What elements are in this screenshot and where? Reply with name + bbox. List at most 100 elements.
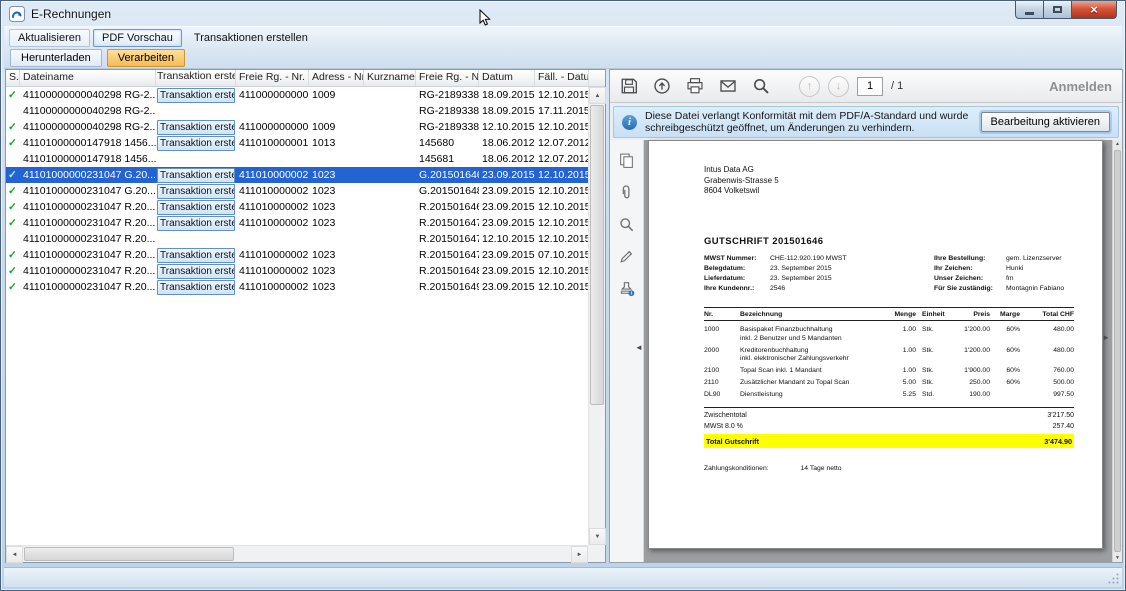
next-page-icon[interactable]: ↓ xyxy=(828,76,849,97)
item-cell: Topal Scan inkl. 1 Mandant xyxy=(740,367,890,376)
pdf-scrollbar[interactable]: ▲ ▼ xyxy=(1112,140,1122,562)
vertical-scroll-thumb[interactable] xyxy=(590,105,604,405)
items-col-header: Preis xyxy=(946,311,990,318)
table-row[interactable]: ✓41101000000231047 R.20...Transaktion er… xyxy=(6,199,588,215)
document-area: Intus Data AG Grabenwis-Strasse 5 8604 V… xyxy=(644,140,1112,562)
table-row[interactable]: ✓41100000000040298 RG-2...Transaktion er… xyxy=(6,119,588,135)
herunterladen-button[interactable]: Herunterladen xyxy=(10,49,102,67)
transaktion-erstellen-button[interactable]: Transaktion erstel... xyxy=(157,88,235,103)
cell-dateiname: 41101000000147918 1456... xyxy=(20,135,156,151)
signature-icon[interactable] xyxy=(618,248,635,265)
column-header[interactable]: Datum xyxy=(479,70,535,86)
scroll-right-icon[interactable]: ► xyxy=(571,546,588,563)
meta-label: Ihre Bestellung: xyxy=(934,254,1006,264)
table-row[interactable]: 41101000000147918 1456...14568118.06.201… xyxy=(6,151,588,167)
tab-aktualisieren[interactable]: Aktualisieren xyxy=(9,29,90,47)
previous-page-icon[interactable]: ↑ xyxy=(799,76,820,97)
column-header[interactable]: S... xyxy=(6,70,20,86)
tab-transaktionen-erstellen[interactable]: Transaktionen erstellen xyxy=(185,29,317,47)
table-row[interactable]: ✓41101000000231047 G.20...Transaktion er… xyxy=(6,167,588,183)
meta-row: Ihre Bestellung:gem. Lizenzserver xyxy=(934,254,1064,264)
table-row[interactable]: ✓41101000000231047 R.20...Transaktion er… xyxy=(6,279,588,295)
column-header[interactable]: Freie Rg. - Nr. xyxy=(416,70,479,86)
table-row[interactable]: 41101000000231047 R.20...R.20150164712.1… xyxy=(6,231,588,247)
find-icon[interactable] xyxy=(618,216,635,233)
table-row[interactable]: ✓41101000000231047 R.20...Transaktion er… xyxy=(6,247,588,263)
item-cell: 2110 xyxy=(704,379,740,388)
attachments-icon[interactable] xyxy=(618,184,635,201)
scroll-left-icon[interactable]: ◄ xyxy=(6,546,23,563)
item-cell: Stk. xyxy=(916,326,946,343)
pdf-scroll-up-icon[interactable]: ▲ xyxy=(1113,141,1122,147)
share-upload-icon[interactable] xyxy=(653,77,671,95)
stamp-info-icon[interactable]: i xyxy=(618,280,635,297)
column-header[interactable]: Adress - Nr. xyxy=(309,70,364,86)
verarbeiten-button[interactable]: Verarbeiten xyxy=(107,49,185,67)
transaktion-erstellen-button[interactable]: Transaktion erstel... xyxy=(157,168,235,183)
page-number-input[interactable] xyxy=(857,77,883,96)
pdf-scroll-thumb[interactable] xyxy=(1114,150,1121,552)
sender-line: 8604 Volketswil xyxy=(704,186,779,197)
document-title: GUTSCHRIFT 201501646 xyxy=(704,236,823,247)
search-icon[interactable] xyxy=(752,77,770,95)
transaktion-erstellen-button[interactable]: Transaktion erstel... xyxy=(157,248,235,263)
transaktion-erstellen-button[interactable]: Transaktion erstel... xyxy=(157,216,235,231)
transaktion-erstellen-button[interactable]: Transaktion erstel... xyxy=(157,200,235,215)
table-row[interactable]: ✓41100000000040298 RG-2...Transaktion er… xyxy=(6,87,588,103)
print-icon[interactable] xyxy=(686,77,704,95)
pdf-scroll-down-icon[interactable]: ▼ xyxy=(1113,555,1122,561)
vertical-scrollbar[interactable]: ▲ ▼ xyxy=(588,87,605,545)
column-header[interactable]: Fäll. - Datum xyxy=(535,70,589,86)
scroll-up-icon[interactable]: ▲ xyxy=(589,87,606,104)
table-row[interactable]: ✓41101000000231047 R.20...Transaktion er… xyxy=(6,215,588,231)
transaktion-erstellen-button[interactable]: Transaktion erstel... xyxy=(157,184,235,199)
items-col-header: Total CHF xyxy=(1020,311,1074,318)
column-header[interactable]: Kurzname xyxy=(364,70,416,86)
transaktion-erstellen-button[interactable]: Transaktion erstel... xyxy=(157,120,235,135)
cell-dateiname: 41101000000231047 R.20... xyxy=(20,247,156,263)
sender-address: Intus Data AG Grabenwis-Strasse 5 8604 V… xyxy=(704,165,779,197)
table-row[interactable]: ✓41101000000231047 G.20...Transaktion er… xyxy=(6,183,588,199)
status-check-icon: ✓ xyxy=(6,135,20,151)
item-cell: 1'200.00 xyxy=(946,326,990,343)
items-col-header: Marge xyxy=(990,311,1020,318)
cell-faell-datum: 12.10.2015 xyxy=(535,199,588,215)
table-row[interactable]: ✓41101000000147918 1456...Transaktion er… xyxy=(6,135,588,151)
close-icon: × xyxy=(1090,3,1098,16)
horizontal-scrollbar[interactable]: ◄ ► xyxy=(6,545,588,562)
table-row[interactable]: 41100000000040298 RG-2...RG-218933818.09… xyxy=(6,103,588,119)
cell-freie-rg-nr-2: R.201501648 xyxy=(416,263,479,279)
resize-grip[interactable] xyxy=(1107,572,1120,585)
bearbeitung-aktivieren-button[interactable]: Bearbeitung aktivieren xyxy=(981,112,1110,132)
title-bar[interactable]: E-Rechnungen × xyxy=(1,1,1125,26)
close-button[interactable]: × xyxy=(1072,1,1117,19)
collapse-left-icon[interactable]: ◄ xyxy=(635,343,643,352)
cell-kurzname xyxy=(364,87,416,103)
cell-faell-datum: 12.10.2015 xyxy=(535,231,588,247)
page-thumbnails-icon[interactable] xyxy=(618,152,635,169)
column-header[interactable]: Transaktion erste... xyxy=(156,70,236,86)
status-check-icon: ✓ xyxy=(6,263,20,279)
save-icon[interactable] xyxy=(620,77,638,95)
cell-freie-rg-nr-2: R.201501646 xyxy=(416,199,479,215)
transaktion-erstellen-button[interactable]: Transaktion erstel... xyxy=(157,136,235,151)
collapse-right-icon[interactable]: ► xyxy=(1102,333,1110,342)
horizontal-scroll-thumb[interactable] xyxy=(24,547,234,561)
minimize-button[interactable] xyxy=(1015,1,1044,19)
maximize-button[interactable] xyxy=(1044,1,1072,19)
total-value: 257.40 xyxy=(1053,422,1074,433)
transaktion-erstellen-button[interactable]: Transaktion erstel... xyxy=(157,280,235,295)
column-header[interactable]: Freie Rg. - Nr. xyxy=(236,70,309,86)
cell-adress-nr xyxy=(309,151,364,167)
invoice-item-row: 2100Topal Scan inkl. 1 Mandant1.00Stk.1'… xyxy=(704,367,1074,376)
scroll-down-icon[interactable]: ▼ xyxy=(589,528,606,545)
column-header[interactable]: Dateiname xyxy=(20,70,156,86)
cell-freie-rg-nr xyxy=(236,103,309,119)
anmelden-link[interactable]: Anmelden xyxy=(1049,79,1112,94)
tab-pdf-vorschau[interactable]: PDF Vorschau xyxy=(93,29,182,47)
table-row[interactable]: ✓41101000000231047 R.20...Transaktion er… xyxy=(6,263,588,279)
window-title: E-Rechnungen xyxy=(31,7,111,21)
email-icon[interactable] xyxy=(719,77,737,95)
transaktion-erstellen-button[interactable]: Transaktion erstel... xyxy=(157,264,235,279)
item-cell: 190.00 xyxy=(946,391,990,400)
